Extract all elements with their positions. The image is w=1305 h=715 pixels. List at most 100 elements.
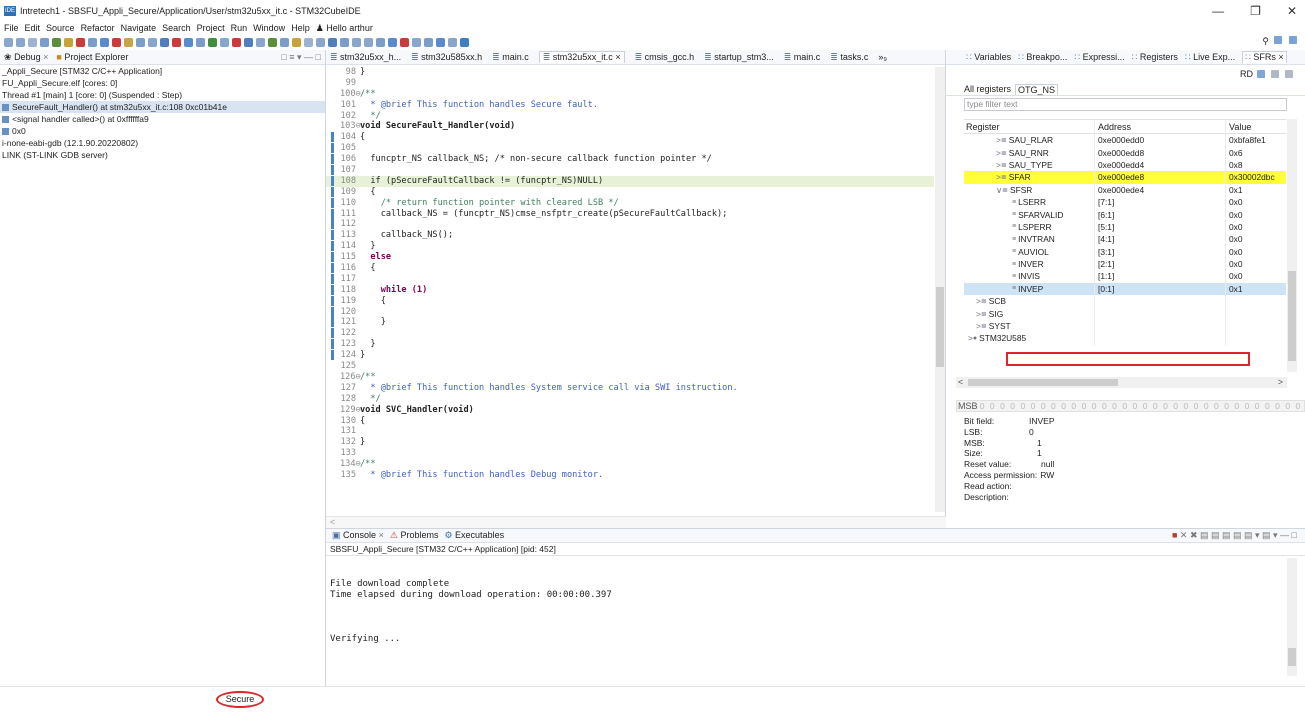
toolbar-icon-35[interactable] (424, 37, 433, 47)
right-tab[interactable]: ∷ Breakpo... (1018, 52, 1067, 63)
bit-cell[interactable]: 0 (1201, 401, 1211, 411)
bit-cell[interactable]: 0 (1252, 401, 1262, 411)
register-row[interactable]: > ≣ SAU_RNR 0xe000edd8 0x6 (964, 146, 1286, 159)
editor-tab[interactable]: ≣ cmsis_gcc.h (635, 52, 695, 63)
debug-tree-item[interactable]: <signal handler called>() at 0xffffffa9 (0, 113, 325, 125)
tab-debug[interactable]: ❀ Debug × (4, 52, 48, 63)
register-row[interactable]: > ● STM32U585 (964, 332, 1286, 345)
right-tab[interactable]: ∷ Variables (966, 52, 1011, 63)
toolbar-icon-7[interactable] (88, 37, 97, 47)
scroll-right-icon[interactable]: > (1278, 377, 1283, 387)
perspective-icon[interactable] (1274, 36, 1282, 44)
tab-console[interactable]: ▣ Console × (332, 530, 384, 541)
toolbar-icon-1[interactable] (16, 37, 25, 47)
bit-cell[interactable]: 0 (1262, 401, 1272, 411)
toolbar-icon-21[interactable] (256, 37, 265, 47)
right-tab[interactable]: ∷ Registers (1132, 52, 1178, 63)
bit-cell[interactable]: 0 (1140, 401, 1150, 411)
toolbar-icon-27[interactable] (328, 37, 337, 47)
bit-cell[interactable]: 0 (1181, 401, 1191, 411)
menu-navigate[interactable]: Navigate (121, 23, 157, 33)
toolbar-icon-5[interactable] (64, 37, 73, 47)
toolbar-icon-30[interactable] (364, 37, 373, 47)
debug-tree-item[interactable]: Thread #1 [main] 1 [core: 0] (Suspended … (0, 89, 325, 101)
editor-tab[interactable]: ≣ main.c (784, 52, 821, 63)
bit-cell[interactable]: 0 (1109, 401, 1119, 411)
register-row[interactable]: > ≣ SIG (964, 307, 1286, 320)
scroll-left-icon[interactable]: < (958, 377, 963, 387)
refresh-icon[interactable] (1271, 70, 1279, 78)
bit-cell[interactable]: 0 (1150, 401, 1160, 411)
editor-vscroll-thumb[interactable] (936, 287, 944, 367)
menu-file[interactable]: File (4, 23, 19, 33)
toolbar-icon-0[interactable] (4, 37, 13, 47)
bit-cell[interactable]: 0 (1069, 401, 1079, 411)
toolbar-icon-9[interactable] (112, 37, 121, 47)
bit-cell[interactable]: 0 (1008, 401, 1018, 411)
bit-cell[interactable]: 0 (987, 401, 997, 411)
close-icon[interactable]: × (1276, 52, 1283, 62)
toolbar-icon-2[interactable] (28, 37, 37, 47)
console-vscrollbar[interactable] (1287, 558, 1297, 676)
menu-help[interactable]: Help (291, 23, 310, 33)
minimize-button[interactable]: — (1212, 4, 1224, 18)
toolbar-icon-23[interactable] (280, 37, 289, 47)
editor-tab[interactable]: »₉ (878, 52, 887, 62)
toolbar-icon-25[interactable] (304, 37, 313, 47)
toolbar-icon-26[interactable] (316, 37, 325, 47)
menu-project[interactable]: Project (197, 23, 225, 33)
right-tab[interactable]: ∷ SFRs × (1242, 51, 1287, 63)
register-filter-input[interactable]: type filter text (964, 98, 1287, 111)
debug-tree-item[interactable]: _Appli_Secure [STM32 C/C++ Application] (0, 65, 325, 77)
toolbar-icon-34[interactable] (412, 37, 421, 47)
register-row[interactable]: ≡ AUVIOL [3:1] 0x0 (964, 245, 1286, 258)
tab-problems[interactable]: ⚠ Problems (390, 530, 439, 541)
toolbar-icon-13[interactable] (160, 37, 169, 47)
right-tab[interactable]: ∷ Expressi... (1074, 52, 1124, 63)
bit-cell[interactable]: 0 (1120, 401, 1130, 411)
col-value[interactable]: Value (1226, 122, 1286, 132)
register-hscroll-thumb[interactable] (968, 379, 1118, 386)
console-toolbar[interactable]: ■ ✕ ✖ ▤ ▤ ▤ ▤ ▤ ▾ ▤ ▾ ― □ (1172, 530, 1297, 541)
bit-cell[interactable]: 0 (997, 401, 1007, 411)
tab-project-explorer[interactable]: ■ Project Explorer (56, 52, 128, 62)
debug-perspective-icon[interactable] (1289, 36, 1297, 44)
console-output[interactable]: File download complete Time elapsed durin… (330, 579, 612, 645)
rd-label[interactable]: RD (1240, 69, 1253, 79)
bit-cell[interactable]: 0 (1048, 401, 1058, 411)
register-row[interactable]: > ≣ SAU_TYPE 0xe000edd4 0x8 (964, 158, 1286, 172)
toolbar-icon-4[interactable] (52, 37, 61, 47)
toolbar-icon-29[interactable] (352, 37, 361, 47)
menu-source[interactable]: Source (46, 23, 75, 33)
toolbar-icon-33[interactable] (400, 37, 409, 47)
register-row[interactable]: ∨ ≣ SFSR 0xe000ede4 0x1 (964, 183, 1286, 196)
register-row[interactable]: ≡ LSPERR [5:1] 0x0 (964, 220, 1286, 234)
toolbar-icon-17[interactable] (208, 37, 217, 47)
debug-tree-item[interactable]: SecureFault_Handler() at stm32u5xx_it.c:… (0, 101, 325, 113)
register-row[interactable]: ≡ INVEP [0:1] 0x1 (964, 282, 1286, 296)
settings-icon[interactable] (1285, 70, 1293, 78)
toolbar-icon-14[interactable] (172, 37, 181, 47)
register-row[interactable]: > ≣ SAU_RLAR 0xe000edd0 0xbfa8fe1 (964, 134, 1286, 147)
tab-all-registers[interactable]: All registers (964, 84, 1011, 94)
panel-controls[interactable]: □ ≡ ▾ ― □ (281, 52, 321, 63)
bit-cell[interactable]: 0 (1191, 401, 1201, 411)
bit-cell[interactable]: 0 (1038, 401, 1048, 411)
register-row[interactable]: ≡ LSERR [7:1] 0x0 (964, 195, 1286, 209)
debug-tree-item[interactable]: FU_Appli_Secure.elf [cores: 0] (0, 77, 325, 89)
register-row[interactable]: > ≣ SYST (964, 319, 1286, 333)
debug-tree-item[interactable]: 0x0 (0, 125, 325, 137)
menu-edit[interactable]: Edit (25, 23, 41, 33)
debug-tree-item[interactable]: LINK (ST-LINK GDB server) (0, 149, 325, 161)
close-icon[interactable]: × (43, 52, 48, 62)
register-vscroll-thumb[interactable] (1288, 271, 1296, 361)
bit-cell[interactable]: 0 (1211, 401, 1221, 411)
bit-cell[interactable]: 0 (1099, 401, 1109, 411)
toolbar-icon-36[interactable] (436, 37, 445, 47)
bit-cell[interactable]: 0 (1171, 401, 1181, 411)
toolbar-icon-6[interactable] (76, 37, 85, 47)
editor-tab[interactable]: ≣ stm32u5xx_h... (330, 52, 401, 63)
editor-tab[interactable]: ≣ stm32u5xx_it.c × (538, 51, 625, 63)
bit-cell[interactable]: 0 (1222, 401, 1232, 411)
bit-cell[interactable]: 0 (1089, 401, 1099, 411)
